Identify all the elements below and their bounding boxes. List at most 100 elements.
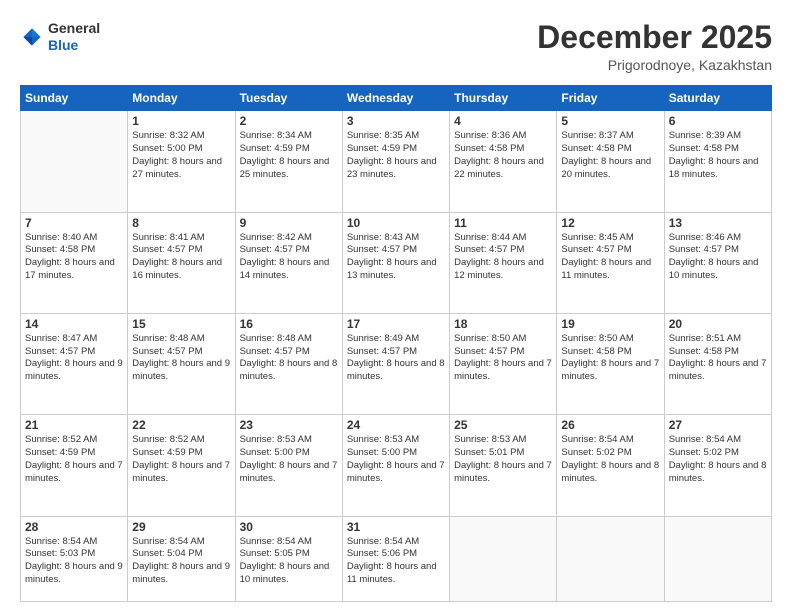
day-number: 22 bbox=[132, 418, 230, 432]
cell-w3-d5: 18 Sunrise: 8:50 AMSunset: 4:57 PMDayligh… bbox=[450, 313, 557, 414]
day-info: Sunrise: 8:45 AMSunset: 4:57 PMDaylight:… bbox=[561, 232, 659, 283]
cell-w4-d4: 24 Sunrise: 8:53 AMSunset: 5:00 PMDayligh… bbox=[342, 415, 449, 516]
day-number: 17 bbox=[347, 317, 445, 331]
day-number: 26 bbox=[561, 418, 659, 432]
cell-w4-d6: 26 Sunrise: 8:54 AMSunset: 5:02 PMDayligh… bbox=[557, 415, 664, 516]
cell-w5-d7 bbox=[664, 516, 771, 602]
day-number: 23 bbox=[240, 418, 338, 432]
cell-w4-d1: 21 Sunrise: 8:52 AMSunset: 4:59 PMDayligh… bbox=[21, 415, 128, 516]
day-info: Sunrise: 8:34 AMSunset: 4:59 PMDaylight:… bbox=[240, 130, 338, 181]
cell-w3-d7: 20Sunrise: 8:51 AMSunset: 4:58 PMDayligh… bbox=[664, 313, 771, 414]
day-info: Sunrise: 8:35 AMSunset: 4:59 PMDaylight:… bbox=[347, 130, 445, 181]
day-info: Sunrise: 8:54 AMSunset: 5:02 PMDaylight:… bbox=[561, 434, 659, 485]
logo-general: General bbox=[48, 20, 100, 37]
cell-w3-d2: 15Sunrise: 8:48 AMSunset: 4:57 PMDayligh… bbox=[128, 313, 235, 414]
day-info: Sunrise: 8:52 AMSunset: 4:59 PMDaylight:… bbox=[132, 434, 230, 485]
cell-w1-d2: 1Sunrise: 8:32 AMSunset: 5:00 PMDaylight… bbox=[128, 111, 235, 212]
day-number: 13 bbox=[669, 216, 767, 230]
day-number: 30 bbox=[240, 520, 338, 534]
day-info: Sunrise: 8:51 AMSunset: 4:58 PMDaylight:… bbox=[669, 333, 767, 384]
day-info: Sunrise: 8:39 AMSunset: 4:58 PMDaylight:… bbox=[669, 130, 767, 181]
day-info: Sunrise: 8:54 AMSunset: 5:03 PMDaylight:… bbox=[25, 536, 123, 587]
page: General Blue December 2025 Prigorodnoye,… bbox=[0, 0, 792, 612]
header-tuesday: Tuesday bbox=[235, 86, 342, 111]
cell-w3-d4: 17 Sunrise: 8:49 AMSunset: 4:57 PMDayligh… bbox=[342, 313, 449, 414]
cell-w3-d6: 19 Sunrise: 8:50 AMSunset: 4:58 PMDayligh… bbox=[557, 313, 664, 414]
day-info: Sunrise: 8:52 AMSunset: 4:59 PMDaylight:… bbox=[25, 434, 123, 485]
day-info: Sunrise: 8:50 AMSunset: 4:57 PMDaylight:… bbox=[454, 333, 552, 384]
day-info: Sunrise: 8:54 AMSunset: 5:05 PMDaylight:… bbox=[240, 536, 338, 587]
day-number: 8 bbox=[132, 216, 230, 230]
cell-w5-d1: 28 Sunrise: 8:54 AMSunset: 5:03 PMDayligh… bbox=[21, 516, 128, 602]
day-number: 29 bbox=[132, 520, 230, 534]
day-number: 18 bbox=[454, 317, 552, 331]
header-sunday: Sunday bbox=[21, 86, 128, 111]
day-number: 6 bbox=[669, 114, 767, 128]
cell-w2-d6: 12Sunrise: 8:45 AMSunset: 4:57 PMDayligh… bbox=[557, 212, 664, 313]
day-number: 11 bbox=[454, 216, 552, 230]
cell-w1-d4: 3Sunrise: 8:35 AMSunset: 4:59 PMDaylight… bbox=[342, 111, 449, 212]
cell-w4-d5: 25 Sunrise: 8:53 AMSunset: 5:01 PMDayligh… bbox=[450, 415, 557, 516]
header-wednesday: Wednesday bbox=[342, 86, 449, 111]
cell-w3-d3: 16 Sunrise: 8:48 AMSunset: 4:57 PMDayligh… bbox=[235, 313, 342, 414]
logo: General Blue bbox=[20, 20, 100, 54]
title-block: December 2025 Prigorodnoye, Kazakhstan bbox=[537, 20, 772, 73]
day-info: Sunrise: 8:50 AMSunset: 4:58 PMDaylight:… bbox=[561, 333, 659, 384]
cell-w5-d5 bbox=[450, 516, 557, 602]
day-info: Sunrise: 8:53 AMSunset: 5:00 PMDaylight:… bbox=[347, 434, 445, 485]
week-row-4: 21 Sunrise: 8:52 AMSunset: 4:59 PMDayligh… bbox=[21, 415, 772, 516]
cell-w5-d6 bbox=[557, 516, 664, 602]
day-number: 25 bbox=[454, 418, 552, 432]
location: Prigorodnoye, Kazakhstan bbox=[537, 57, 772, 73]
day-number: 9 bbox=[240, 216, 338, 230]
cell-w5-d4: 31 Sunrise: 8:54 AMSunset: 5:06 PMDayligh… bbox=[342, 516, 449, 602]
day-info: Sunrise: 8:48 AMSunset: 4:57 PMDaylight:… bbox=[132, 333, 230, 384]
cell-w4-d2: 22 Sunrise: 8:52 AMSunset: 4:59 PMDayligh… bbox=[128, 415, 235, 516]
day-number: 10 bbox=[347, 216, 445, 230]
day-info: Sunrise: 8:53 AMSunset: 5:01 PMDaylight:… bbox=[454, 434, 552, 485]
day-info: Sunrise: 8:43 AMSunset: 4:57 PMDaylight:… bbox=[347, 232, 445, 283]
cell-w1-d3: 2 Sunrise: 8:34 AMSunset: 4:59 PMDaylight… bbox=[235, 111, 342, 212]
cell-w4-d7: 27Sunrise: 8:54 AMSunset: 5:02 PMDayligh… bbox=[664, 415, 771, 516]
header-monday: Monday bbox=[128, 86, 235, 111]
cell-w4-d3: 23 Sunrise: 8:53 AMSunset: 5:00 PMDayligh… bbox=[235, 415, 342, 516]
day-info: Sunrise: 8:37 AMSunset: 4:58 PMDaylight:… bbox=[561, 130, 659, 181]
day-info: Sunrise: 8:53 AMSunset: 5:00 PMDaylight:… bbox=[240, 434, 338, 485]
cell-w2-d4: 10 Sunrise: 8:43 AMSunset: 4:57 PMDayligh… bbox=[342, 212, 449, 313]
cell-w1-d5: 4Sunrise: 8:36 AMSunset: 4:58 PMDaylight… bbox=[450, 111, 557, 212]
day-info: Sunrise: 8:40 AMSunset: 4:58 PMDaylight:… bbox=[25, 232, 123, 283]
day-number: 16 bbox=[240, 317, 338, 331]
header-saturday: Saturday bbox=[664, 86, 771, 111]
day-info: Sunrise: 8:41 AMSunset: 4:57 PMDaylight:… bbox=[132, 232, 230, 283]
cell-w2-d5: 11 Sunrise: 8:44 AMSunset: 4:57 PMDayligh… bbox=[450, 212, 557, 313]
day-number: 2 bbox=[240, 114, 338, 128]
day-number: 31 bbox=[347, 520, 445, 534]
day-info: Sunrise: 8:44 AMSunset: 4:57 PMDaylight:… bbox=[454, 232, 552, 283]
day-number: 7 bbox=[25, 216, 123, 230]
day-info: Sunrise: 8:32 AMSunset: 5:00 PMDaylight:… bbox=[132, 130, 230, 181]
day-number: 5 bbox=[561, 114, 659, 128]
header: General Blue December 2025 Prigorodnoye,… bbox=[20, 20, 772, 73]
day-number: 21 bbox=[25, 418, 123, 432]
week-row-1: 1Sunrise: 8:32 AMSunset: 5:00 PMDaylight… bbox=[21, 111, 772, 212]
day-info: Sunrise: 8:54 AMSunset: 5:02 PMDaylight:… bbox=[669, 434, 767, 485]
day-number: 24 bbox=[347, 418, 445, 432]
day-info: Sunrise: 8:42 AMSunset: 4:57 PMDaylight:… bbox=[240, 232, 338, 283]
day-info: Sunrise: 8:47 AMSunset: 4:57 PMDaylight:… bbox=[25, 333, 123, 384]
header-thursday: Thursday bbox=[450, 86, 557, 111]
cell-w3-d1: 14 Sunrise: 8:47 AMSunset: 4:57 PMDayligh… bbox=[21, 313, 128, 414]
day-info: Sunrise: 8:54 AMSunset: 5:06 PMDaylight:… bbox=[347, 536, 445, 587]
logo-icon bbox=[20, 25, 44, 49]
cell-w2-d1: 7 Sunrise: 8:40 AMSunset: 4:58 PMDaylight… bbox=[21, 212, 128, 313]
day-number: 28 bbox=[25, 520, 123, 534]
day-info: Sunrise: 8:36 AMSunset: 4:58 PMDaylight:… bbox=[454, 130, 552, 181]
week-row-2: 7 Sunrise: 8:40 AMSunset: 4:58 PMDaylight… bbox=[21, 212, 772, 313]
cell-w2-d3: 9 Sunrise: 8:42 AMSunset: 4:57 PMDaylight… bbox=[235, 212, 342, 313]
day-info: Sunrise: 8:48 AMSunset: 4:57 PMDaylight:… bbox=[240, 333, 338, 384]
cell-w2-d7: 13Sunrise: 8:46 AMSunset: 4:57 PMDayligh… bbox=[664, 212, 771, 313]
day-number: 19 bbox=[561, 317, 659, 331]
cell-w1-d1 bbox=[21, 111, 128, 212]
day-info: Sunrise: 8:49 AMSunset: 4:57 PMDaylight:… bbox=[347, 333, 445, 384]
header-friday: Friday bbox=[557, 86, 664, 111]
day-number: 14 bbox=[25, 317, 123, 331]
